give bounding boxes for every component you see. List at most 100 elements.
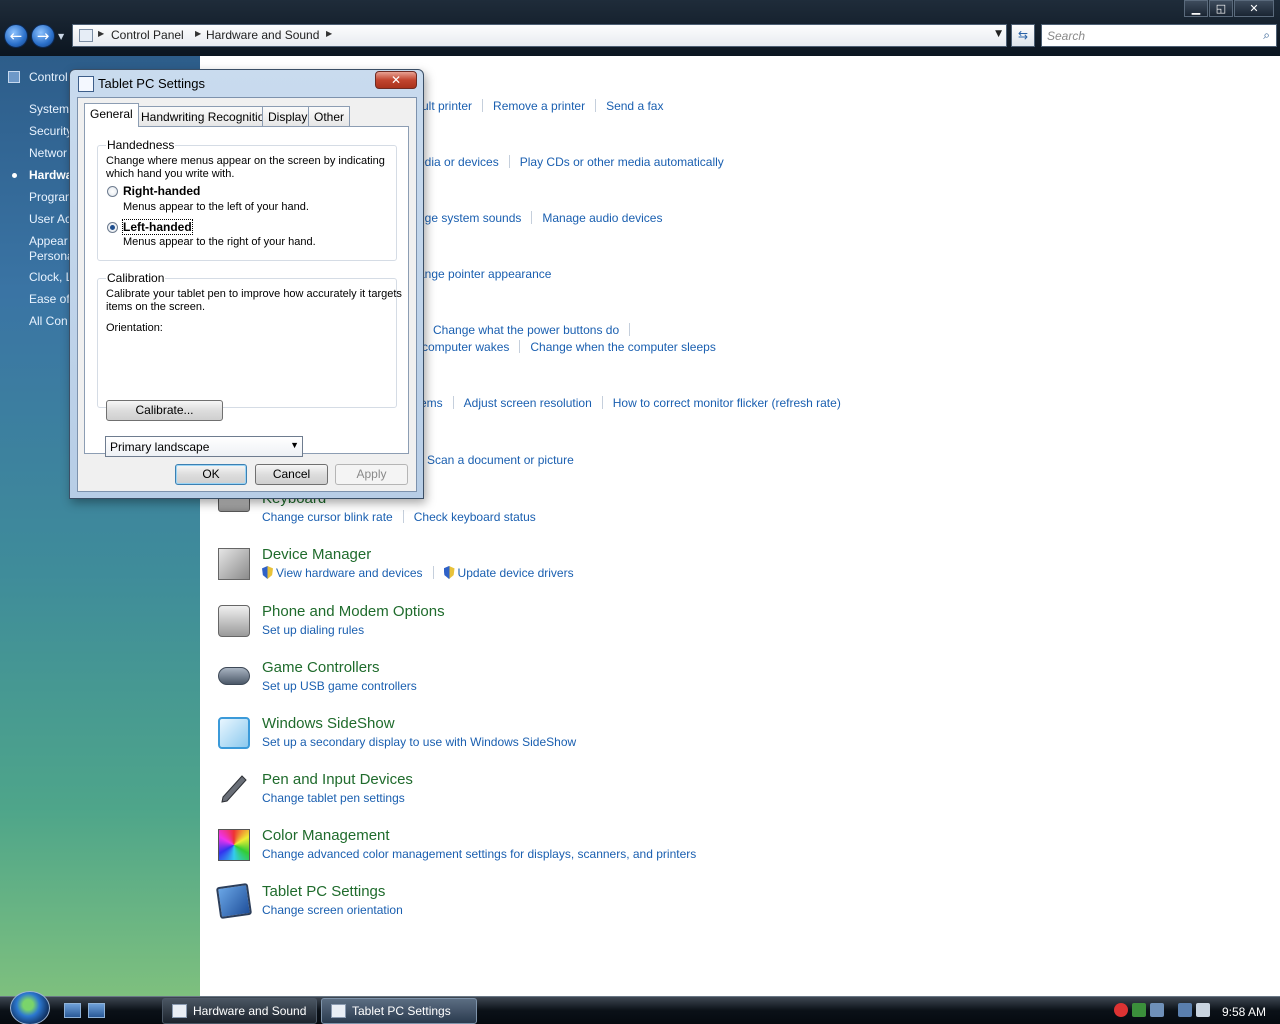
device-manager-icon (218, 548, 250, 580)
advanced-color-settings-link[interactable]: Change advanced color management setting… (262, 847, 696, 861)
pen-input-title[interactable]: Pen and Input Devices (262, 771, 413, 788)
manage-audio-devices-link[interactable]: Manage audio devices (542, 211, 662, 225)
keyboard-status-link[interactable]: Check keyboard status (414, 510, 536, 524)
view-hardware-link[interactable]: View hardware and devices (276, 566, 423, 580)
apply-button[interactable]: Apply (335, 464, 408, 485)
start-button[interactable] (10, 991, 50, 1024)
nav-all-control-panel[interactable]: All Con (29, 314, 68, 328)
cursor-blink-rate-link[interactable]: Change cursor blink rate (262, 510, 393, 524)
tab-general[interactable]: General (84, 103, 139, 127)
nav-clock[interactable]: Clock, L (29, 270, 72, 284)
security-alert-icon[interactable] (1114, 1003, 1128, 1017)
back-button[interactable]: ← (4, 24, 28, 48)
monitor-flicker-link[interactable]: How to correct monitor flicker (refresh … (613, 396, 841, 410)
dialog-close-button[interactable]: ✕ (375, 71, 417, 89)
computer-sleeps-link[interactable]: Change when the computer sleeps (530, 340, 715, 354)
uac-shield-icon (262, 566, 273, 579)
windows-sideshow-title[interactable]: Windows SideShow (262, 715, 395, 732)
nav-user-accounts[interactable]: User Ac (29, 212, 71, 226)
set-default-printer-link[interactable]: ult printer (422, 99, 472, 113)
show-desktop-icon[interactable] (64, 1003, 81, 1018)
left-handed-radio[interactable] (107, 222, 118, 233)
taskbar-item-tablet-pc-settings[interactable]: Tablet PC Settings (321, 998, 477, 1024)
calibration-description-line2: items on the screen. (106, 301, 206, 313)
breadcrumb-hardware-and-sound[interactable]: Hardware and Sound (206, 28, 319, 42)
status-check-icon[interactable] (1132, 1003, 1146, 1017)
cancel-button[interactable]: Cancel (255, 464, 328, 485)
adjust-screen-resolution-link[interactable]: Adjust screen resolution (464, 396, 592, 410)
taskbar: Hardware and Sound Tablet PC Settings 9:… (0, 991, 1280, 1024)
usb-game-controllers-link[interactable]: Set up USB game controllers (262, 679, 417, 693)
nav-hardware[interactable]: Hardwa (29, 168, 72, 182)
forward-button[interactable]: → (31, 24, 55, 48)
nav-system[interactable]: System (29, 102, 69, 116)
color-management-title[interactable]: Color Management (262, 827, 390, 844)
scan-document-link[interactable]: Scan a document or picture (427, 453, 574, 467)
maximize-button[interactable]: ◱ (1209, 0, 1233, 17)
pen-input-tray-icon[interactable] (1150, 1003, 1164, 1017)
minimize-button[interactable]: ▁ (1184, 0, 1208, 17)
clock[interactable]: 9:58 AM (1222, 1005, 1266, 1019)
network-icon[interactable] (1178, 1003, 1192, 1017)
printers-links: ult printer Remove a printer Send a fax (422, 99, 663, 113)
dialing-rules-link[interactable]: Set up dialing rules (262, 623, 364, 637)
calibration-legend: Calibration (106, 271, 166, 285)
switch-windows-icon[interactable] (88, 1003, 105, 1018)
calibrate-button[interactable]: Calibrate... (106, 400, 223, 421)
power-buttons-link[interactable]: Change what the power buttons do (433, 323, 619, 337)
taskbar-item-hardware-and-sound[interactable]: Hardware and Sound (162, 998, 317, 1024)
orientation-select[interactable]: Primary landscape ▼ (105, 436, 303, 457)
color-management-icon (218, 829, 250, 861)
tablet-pc-settings-dialog: Tablet PC Settings ✕ General Handwriting… (69, 69, 424, 499)
remove-printer-link[interactable]: Remove a printer (493, 99, 585, 113)
nav-ease-of-access[interactable]: Ease of (29, 292, 70, 306)
close-window-button[interactable]: ✕ (1234, 0, 1274, 17)
search-input[interactable]: Search ⌕ (1041, 24, 1277, 47)
autoplay-media-link[interactable]: edia or devices (418, 155, 499, 169)
tablet-pen-icon (78, 76, 94, 92)
control-panel-home-icon (8, 71, 20, 83)
address-bar[interactable]: ▶ Control Panel ▶ Hardware and Sound ▶ ▼ (72, 24, 1007, 47)
nav-control-panel-home[interactable]: Control (29, 70, 68, 84)
change-pointer-appearance-link[interactable]: ange pointer appearance (418, 267, 551, 281)
ok-button[interactable]: OK (175, 464, 247, 485)
gamepad-icon (218, 667, 250, 685)
tablet-pc-settings-title[interactable]: Tablet PC Settings (262, 883, 385, 900)
calibration-description-line1: Calibrate your tablet pen to improve how… (106, 288, 402, 300)
nav-appearance[interactable]: Appear (29, 234, 68, 248)
screen-orientation-link[interactable]: Change screen orientation (262, 903, 403, 917)
nav-security[interactable]: Security (29, 124, 72, 138)
update-drivers-link[interactable]: Update device drivers (458, 566, 574, 580)
phone-icon (218, 605, 250, 637)
tablet-pen-settings-link[interactable]: Change tablet pen settings (262, 791, 405, 805)
game-controllers-title[interactable]: Game Controllers (262, 659, 380, 676)
tab-handwriting-recognition[interactable]: Handwriting Recognition (135, 106, 278, 126)
control-panel-icon (172, 1004, 187, 1018)
tab-display[interactable]: Display (262, 106, 314, 126)
address-dropdown-icon[interactable]: ▼ (995, 29, 1002, 39)
right-handed-radio[interactable] (107, 186, 118, 197)
require-password-wake-link[interactable]: computer wakes (422, 340, 509, 354)
dialog-title: Tablet PC Settings (98, 76, 205, 91)
play-cds-link[interactable]: Play CDs or other media automatically (520, 155, 724, 169)
orientation-label: Orientation: (106, 322, 163, 334)
search-icon[interactable]: ⌕ (1263, 28, 1270, 43)
change-system-sounds-link[interactable]: nge system sounds (418, 211, 521, 225)
nav-network[interactable]: Networ (29, 146, 67, 160)
right-handed-label[interactable]: Right-handed (123, 184, 200, 198)
device-manager-title[interactable]: Device Manager (262, 546, 371, 563)
window-titlebar: ▁ ◱ ✕ ← → ▼ ▶ Control Panel ▶ Hardware a… (0, 0, 1280, 56)
taskbar-item-label: Hardware and Sound (193, 1004, 307, 1018)
tab-other[interactable]: Other (308, 106, 351, 126)
breadcrumb-control-panel[interactable]: Control Panel (111, 28, 184, 42)
autoplay-links: edia or devices Play CDs or other media a… (418, 155, 724, 169)
secondary-display-link[interactable]: Set up a secondary display to use with W… (262, 735, 576, 749)
volume-muted-icon[interactable] (1196, 1003, 1210, 1017)
orientation-value: Primary landscape (110, 440, 210, 454)
left-handed-label[interactable]: Left-handed (122, 219, 193, 235)
history-dropdown-icon[interactable]: ▼ (58, 32, 64, 41)
send-fax-link[interactable]: Send a fax (606, 99, 663, 113)
nav-personalization[interactable]: Persona (29, 249, 74, 263)
refresh-button[interactable]: ⇆ (1011, 24, 1035, 47)
phone-modem-title[interactable]: Phone and Modem Options (262, 603, 445, 620)
